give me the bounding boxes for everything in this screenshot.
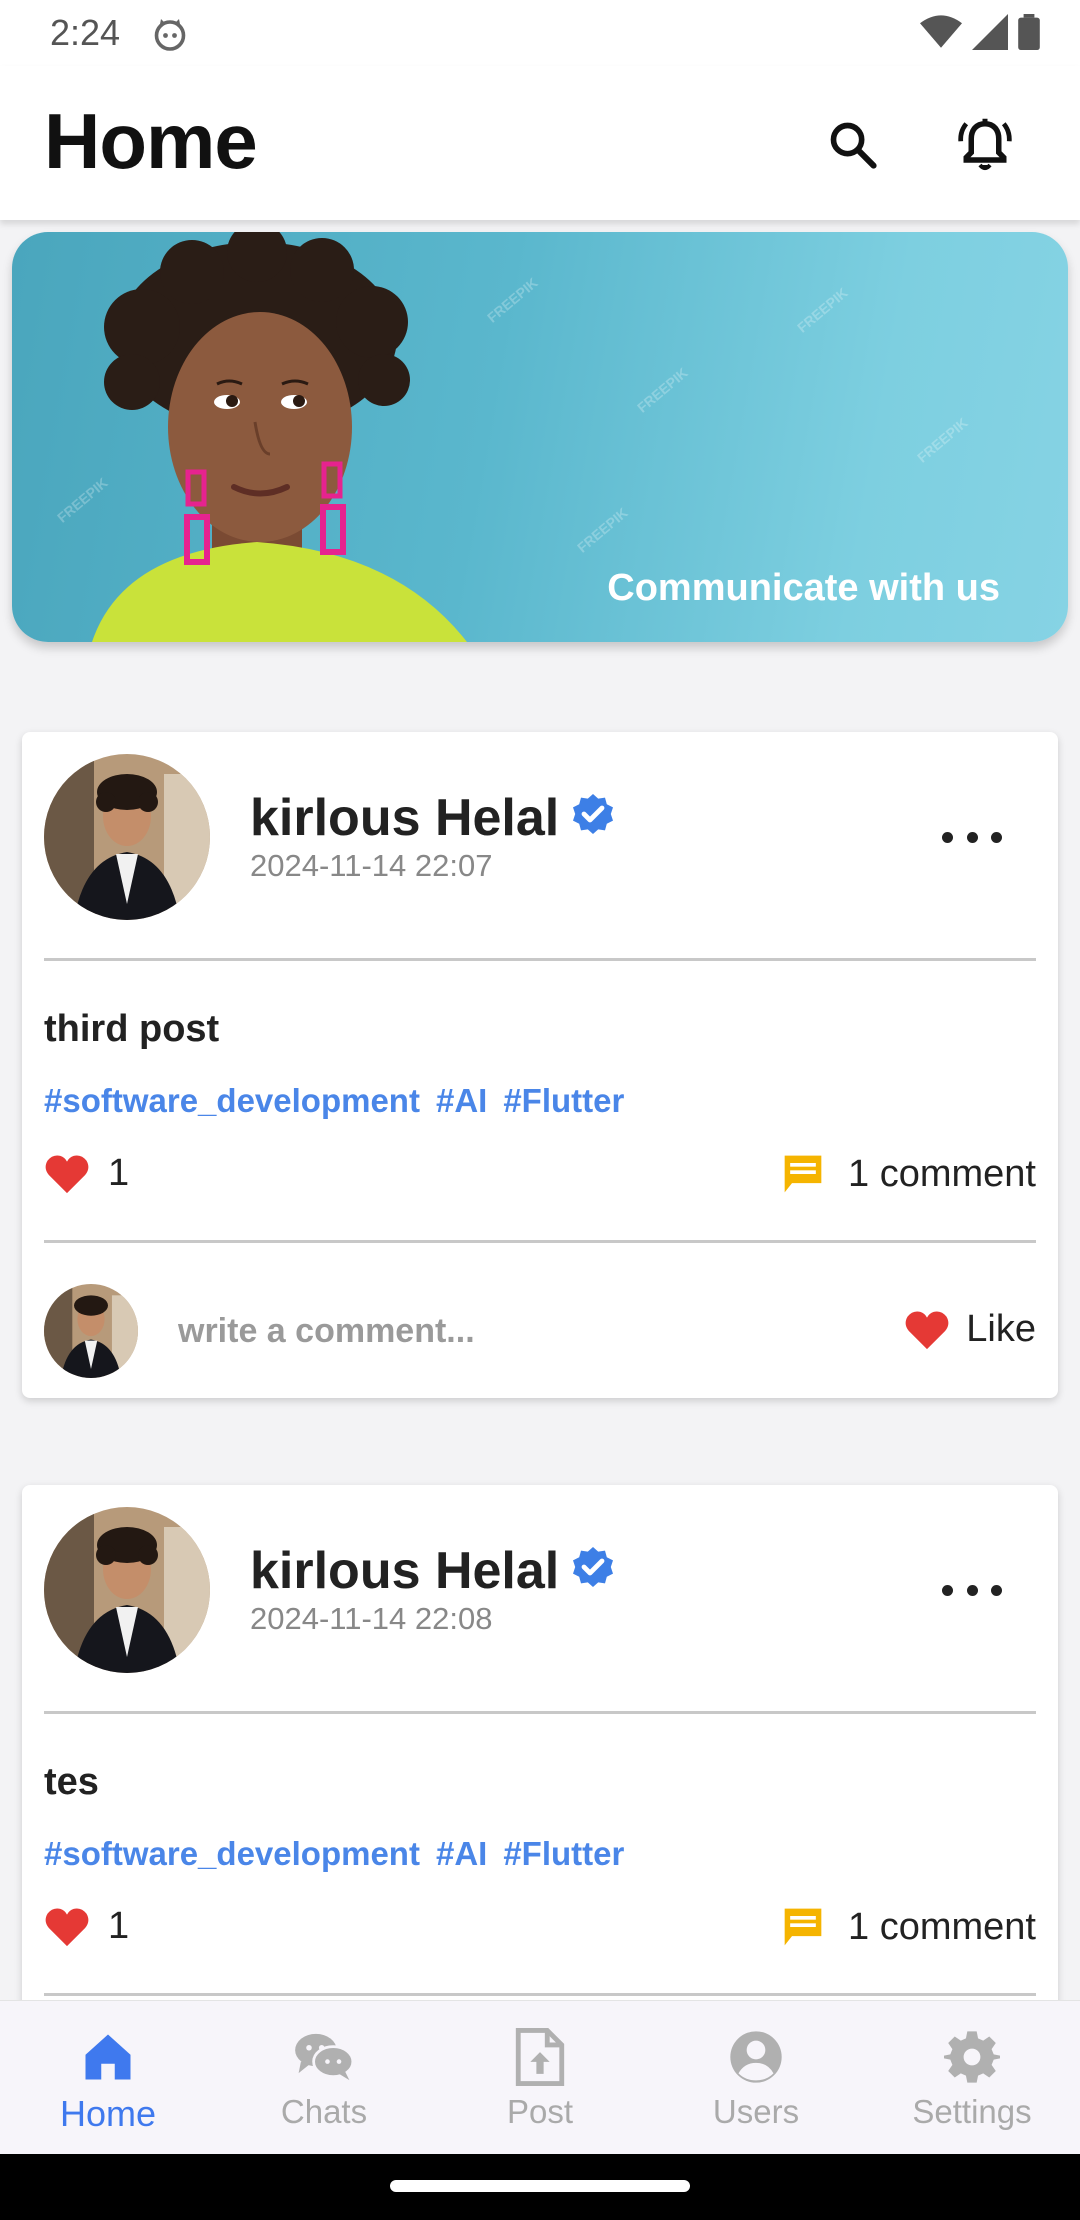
post-date: 2024-11-14 22:08 (250, 1601, 493, 1636)
banner-caption: Communicate with us (607, 567, 1000, 609)
more-dot-icon (942, 831, 953, 843)
more-dot-icon (991, 831, 1002, 843)
author-photo (44, 1507, 210, 1673)
battery-icon (1018, 14, 1040, 50)
post-card: kirlous Helal 2024-11-14 22:08 tes #soft… (22, 1485, 1058, 2045)
post-text: tes (44, 1761, 99, 1803)
divider (44, 958, 1036, 961)
likes-count[interactable]: 1 (44, 1905, 129, 1948)
app-bar: Home (0, 66, 1080, 220)
signal-icon (972, 14, 1008, 50)
nav-item-users[interactable]: Users (648, 2001, 864, 2154)
more-dot-icon (966, 1584, 978, 1596)
post-upload-icon (510, 2027, 570, 2087)
tag-link[interactable]: #software_development (44, 1835, 420, 1873)
author-name[interactable]: kirlous Helal (250, 1541, 559, 1601)
tag-link[interactable]: #software_development (44, 1082, 420, 1120)
post-date: 2024-11-14 22:07 (250, 848, 493, 883)
settings-icon (942, 2027, 1002, 2087)
tag-link[interactable]: #Flutter (503, 1082, 624, 1120)
status-time: 2:24 (50, 12, 121, 53)
home-icon (78, 2027, 138, 2087)
search-icon (830, 122, 877, 169)
status-icons (920, 14, 1040, 50)
nav-label: Chats (280, 2093, 368, 2130)
likes-value: 1 (108, 1152, 130, 1194)
notification-cat-icon (154, 19, 186, 51)
nav-label: Users (712, 2093, 800, 2130)
home-gesture-handle[interactable] (390, 2180, 690, 2192)
nav-label: Post (506, 2093, 574, 2130)
heart-icon (905, 1310, 949, 1349)
notifications-button[interactable] (950, 110, 1020, 180)
post-card: kirlous Helal 2024-11-14 22:07 third pos… (22, 732, 1058, 1398)
more-dot-icon (942, 1584, 953, 1596)
tag-link[interactable]: #AI (436, 1082, 487, 1120)
author-photo (44, 754, 210, 920)
wifi-icon (920, 15, 962, 48)
verified-badge-icon (573, 794, 613, 834)
verified-badge-icon (573, 1547, 613, 1587)
comments-value: 1 comment (848, 1152, 1036, 1195)
likes-value: 1 (108, 1905, 130, 1947)
comments-link[interactable]: 1 comment (780, 1905, 1036, 1949)
likes-count[interactable]: 1 (44, 1152, 129, 1195)
heart-icon (45, 1907, 89, 1946)
bottom-navigation: Home Chats Post Users Settings (0, 2000, 1080, 2154)
more-dot-icon (991, 1584, 1002, 1596)
comment-input[interactable] (178, 1301, 738, 1361)
author-avatar[interactable] (44, 754, 210, 920)
users-icon (726, 2027, 786, 2087)
comment-icon (784, 1908, 822, 1946)
status-bar: 2:24 (0, 0, 1080, 66)
promo-banner[interactable]: FREEPIK FREEPIK FREEPIK FREEPIK FREEPIK … (12, 232, 1068, 642)
divider (44, 1993, 1036, 1996)
more-dot-icon (966, 831, 978, 843)
nav-item-post[interactable]: Post (432, 2001, 648, 2154)
nav-item-home[interactable]: Home (0, 2001, 216, 2154)
tag-link[interactable]: #AI (436, 1835, 487, 1873)
comment-icon (784, 1155, 822, 1193)
more-options-button[interactable] (942, 822, 1002, 852)
like-label: Like (966, 1308, 1036, 1350)
chats-icon (294, 2027, 354, 2087)
nav-label: Home (59, 2093, 157, 2134)
post-text: third post (44, 1008, 220, 1050)
like-button[interactable]: Like (904, 1308, 1036, 1351)
author-avatar[interactable] (44, 1507, 210, 1673)
post-tags: #software_development #AI #Flutter (44, 1835, 624, 1873)
divider (44, 1240, 1036, 1243)
current-user-avatar (44, 1284, 138, 1378)
author-name[interactable]: kirlous Helal (250, 788, 559, 848)
comments-value: 1 comment (848, 1905, 1036, 1948)
search-button[interactable] (818, 110, 888, 180)
tag-link[interactable]: #Flutter (503, 1835, 624, 1873)
more-options-button[interactable] (942, 1575, 1002, 1605)
current-user-photo (44, 1284, 138, 1378)
bell-ringing-icon (958, 118, 1012, 171)
nav-item-settings[interactable]: Settings (864, 2001, 1080, 2154)
post-tags: #software_development #AI #Flutter (44, 1082, 624, 1120)
page-title: Home (44, 97, 258, 185)
system-gesture-bar (0, 2154, 1080, 2220)
nav-item-chats[interactable]: Chats (216, 2001, 432, 2154)
divider (44, 1711, 1036, 1714)
nav-label: Settings (912, 2093, 1032, 2130)
screen: 2:24 Home FREEPIK FREEPIK FREEPIK FREEPI… (0, 0, 1080, 2220)
heart-icon (45, 1154, 89, 1193)
comments-link[interactable]: 1 comment (780, 1152, 1036, 1196)
